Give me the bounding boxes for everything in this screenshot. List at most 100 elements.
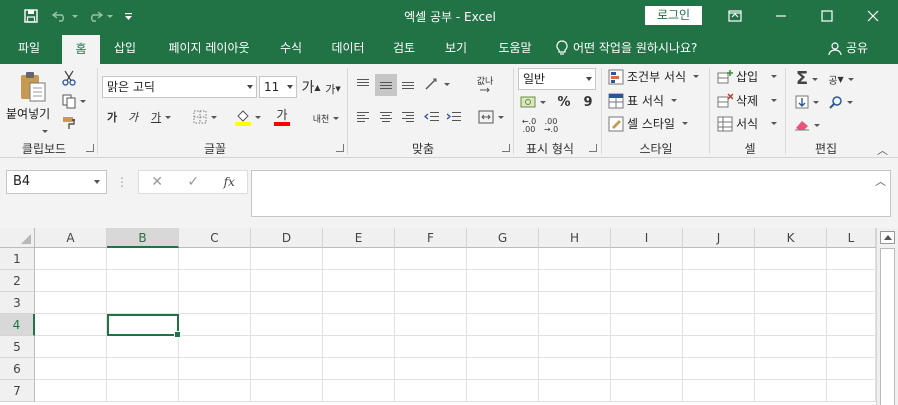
tab-file[interactable]: 파일 [6, 32, 52, 64]
expand-formula-bar-icon[interactable]: ︿ [875, 173, 886, 189]
cell[interactable] [683, 270, 755, 292]
column-header-i[interactable]: I [611, 228, 683, 248]
cell[interactable] [683, 336, 755, 358]
cell[interactable] [251, 292, 323, 314]
text-orientation-icon[interactable] [422, 74, 452, 94]
cell[interactable] [107, 336, 179, 358]
enter-icon[interactable]: ✓ [187, 174, 199, 190]
cell[interactable] [755, 270, 827, 292]
percent-style-button[interactable]: % [556, 92, 572, 112]
conditional-formatting-button[interactable]: 조건부 서식 [608, 68, 700, 85]
tab-insert[interactable]: 삽입 [106, 32, 144, 64]
collapse-ribbon-icon[interactable]: ︿ [877, 142, 888, 158]
align-bottom-icon[interactable] [399, 74, 417, 94]
italic-button[interactable]: 가 [125, 108, 141, 126]
cell[interactable] [179, 270, 251, 292]
accounting-format-icon[interactable] [518, 92, 548, 112]
cell[interactable] [323, 270, 395, 292]
cell[interactable] [35, 248, 107, 270]
cell[interactable] [467, 336, 539, 358]
cell[interactable] [251, 270, 323, 292]
customize-quick-access-icon[interactable] [120, 6, 136, 26]
align-middle-icon[interactable] [375, 74, 397, 96]
fill-icon[interactable] [792, 92, 822, 112]
font-color-button[interactable]: 가 [267, 106, 297, 128]
cell[interactable] [323, 380, 395, 402]
format-cells-button[interactable]: 서식 [717, 115, 778, 132]
cell[interactable] [35, 380, 107, 402]
name-box[interactable]: B4 [6, 170, 107, 194]
cell[interactable] [467, 248, 539, 270]
cell[interactable] [755, 336, 827, 358]
cell-styles-button[interactable]: 셀 스타일 [608, 115, 688, 132]
cell[interactable] [179, 248, 251, 270]
cell[interactable] [539, 270, 611, 292]
cell[interactable] [179, 358, 251, 380]
cell[interactable] [611, 248, 683, 270]
cell[interactable] [467, 270, 539, 292]
cell[interactable] [251, 358, 323, 380]
cell[interactable] [755, 248, 827, 270]
cell[interactable] [251, 248, 323, 270]
borders-button[interactable] [190, 108, 220, 126]
column-header-c[interactable]: C [179, 228, 251, 248]
tell-me-search[interactable]: 어떤 작업을 원하시나요? [556, 32, 697, 64]
cell[interactable] [395, 292, 467, 314]
vertical-scrollbar[interactable] [876, 228, 898, 405]
tab-view[interactable]: 보기 [437, 32, 475, 64]
cell[interactable] [179, 380, 251, 402]
redo-icon[interactable] [85, 6, 115, 26]
clipboard-dialog-launcher-icon[interactable] [86, 144, 94, 152]
cell[interactable] [35, 336, 107, 358]
cell[interactable] [395, 248, 467, 270]
cell[interactable] [611, 314, 683, 336]
cell[interactable] [611, 358, 683, 380]
column-header-h[interactable]: H [539, 228, 611, 248]
column-header-f[interactable]: F [395, 228, 467, 248]
cell[interactable] [611, 380, 683, 402]
cell[interactable] [539, 336, 611, 358]
column-header-a[interactable]: A [35, 228, 107, 248]
insert-cells-button[interactable]: 삽입 [717, 68, 778, 85]
insert-function-button[interactable]: fx [224, 175, 235, 189]
save-icon[interactable] [20, 6, 42, 26]
cell[interactable] [539, 380, 611, 402]
row-header-2[interactable]: 2 [0, 270, 35, 292]
cell[interactable] [827, 314, 876, 336]
row-header-6[interactable]: 6 [0, 358, 35, 380]
cell[interactable] [323, 292, 395, 314]
align-top-icon[interactable] [354, 74, 372, 94]
cell[interactable] [827, 270, 876, 292]
cell[interactable] [755, 380, 827, 402]
column-header-j[interactable]: J [683, 228, 755, 248]
active-cell[interactable] [107, 314, 181, 338]
tab-formulas[interactable]: 수식 [272, 32, 310, 64]
cell[interactable] [35, 314, 107, 336]
cell[interactable] [107, 270, 179, 292]
alignment-dialog-launcher-icon[interactable] [502, 144, 510, 152]
tab-page-layout[interactable]: 페이지 레이아웃 [157, 32, 261, 64]
format-as-table-button[interactable]: 표 서식 [608, 92, 677, 109]
cut-icon[interactable] [60, 69, 78, 87]
column-header-g[interactable]: G [467, 228, 539, 248]
number-dialog-launcher-icon[interactable] [589, 144, 597, 152]
format-painter-icon[interactable] [60, 114, 80, 132]
column-header-e[interactable]: E [323, 228, 395, 248]
copy-icon[interactable] [60, 92, 88, 110]
delete-cells-button[interactable]: 삭제 [717, 92, 778, 109]
cell[interactable] [395, 336, 467, 358]
autosum-icon[interactable]: Σ [792, 69, 822, 89]
cell[interactable] [251, 336, 323, 358]
cell[interactable] [35, 292, 107, 314]
cell[interactable] [107, 358, 179, 380]
cell[interactable] [539, 248, 611, 270]
cell[interactable] [179, 292, 251, 314]
cell[interactable] [467, 292, 539, 314]
column-header-k[interactable]: K [755, 228, 827, 248]
decrease-indent-icon[interactable] [422, 108, 442, 126]
paste-icon[interactable] [16, 70, 50, 104]
clear-icon[interactable] [792, 115, 822, 135]
formula-input[interactable]: ︿ [251, 170, 891, 217]
cell[interactable] [539, 358, 611, 380]
select-all-button[interactable] [0, 228, 35, 248]
